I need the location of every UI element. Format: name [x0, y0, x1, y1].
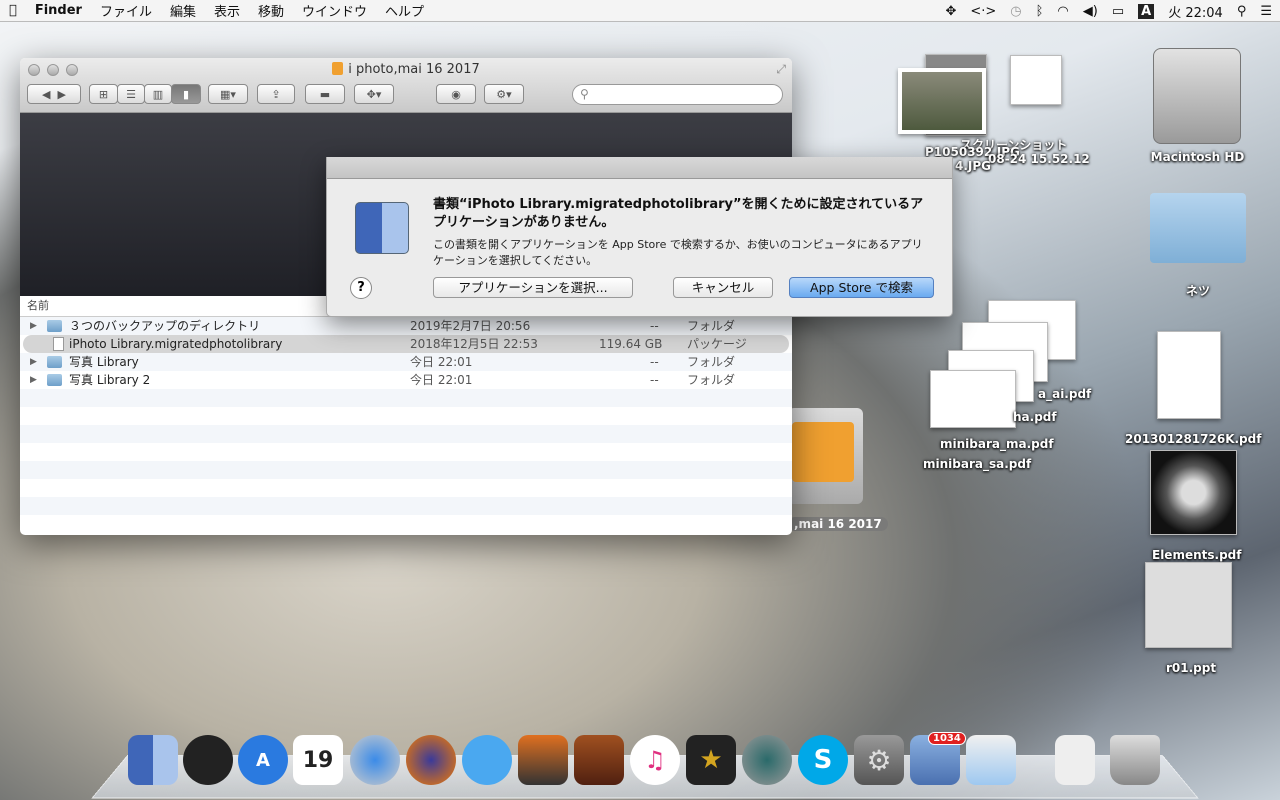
dock-finder-icon[interactable]: [128, 735, 178, 785]
input-source[interactable]: A: [1138, 3, 1155, 19]
back-forward-button[interactable]: ◀ ▶: [27, 84, 81, 104]
list-view-button[interactable]: ☰: [117, 84, 145, 104]
disclosure-triangle-icon[interactable]: ▶: [30, 371, 37, 389]
usb-drive-icon[interactable]: [788, 408, 863, 504]
notification-center-icon[interactable]: ☰: [1260, 4, 1272, 19]
search-icon: ⚲: [580, 87, 589, 101]
wifi-icon[interactable]: ◠: [1057, 4, 1068, 19]
pdf-k-icon[interactable]: [1157, 331, 1221, 419]
disclosure-triangle-icon[interactable]: ▶: [30, 317, 37, 335]
pdf-sa-label: minibara_sa.pdf: [923, 457, 1032, 471]
quick-look-button[interactable]: ◉: [436, 84, 476, 104]
column-view-button[interactable]: ▥: [144, 84, 172, 104]
no-application-dialog: 書類“iPhoto Library.migratedphotolibrary”を…: [326, 157, 953, 317]
macintosh-hd-label: Macintosh HD: [1150, 150, 1245, 164]
cancel-button[interactable]: キャンセル: [673, 277, 773, 298]
battery-icon[interactable]: ▭: [1112, 4, 1124, 19]
dock-pdf-document-icon[interactable]: [1055, 735, 1095, 785]
choose-application-button[interactable]: アプリケーションを選択...: [433, 277, 633, 298]
dock-firefox-icon[interactable]: [406, 735, 456, 785]
menu-go[interactable]: 移動: [249, 1, 293, 20]
dock-messages-icon[interactable]: [462, 735, 512, 785]
macintosh-hd-icon[interactable]: [1153, 48, 1241, 144]
menu-edit[interactable]: 編集: [161, 1, 205, 20]
share-button[interactable]: ⇪: [257, 84, 295, 104]
window-title: i photo,mai 16 2017: [348, 62, 480, 77]
folder-icon: [47, 320, 62, 332]
package-icon: [53, 337, 64, 351]
time-machine-icon[interactable]: ◷: [1010, 4, 1021, 19]
photo-thumbnail[interactable]: [898, 68, 986, 134]
finder-icon: [355, 202, 409, 254]
code-icon[interactable]: <·>: [970, 4, 996, 19]
elements-pdf-label: Elements.pdf: [1152, 548, 1242, 562]
dock-system-preferences-icon[interactable]: ⚙: [854, 735, 904, 785]
disclosure-triangle-icon[interactable]: ▶: [30, 353, 37, 371]
pdf-ma-icon[interactable]: [930, 370, 1016, 428]
usb-drive-label: ,mai 16 2017: [788, 517, 888, 531]
action-button[interactable]: ⚙▾: [484, 84, 524, 104]
dock-safari-icon[interactable]: [350, 735, 400, 785]
pdf-k-label: 201301281726K.pdf: [1125, 432, 1262, 446]
dock-itunes-icon[interactable]: ♫: [630, 735, 680, 785]
dock-iphoto-icon[interactable]: [518, 735, 568, 785]
menu-view[interactable]: 表示: [205, 1, 249, 20]
icon-view-button[interactable]: ⊞: [89, 84, 118, 104]
screenshot-thumbnail-2[interactable]: [1010, 55, 1062, 105]
dock-garageband-icon[interactable]: [574, 735, 624, 785]
bluetooth-icon[interactable]: ᛒ: [1036, 4, 1044, 19]
title-bar[interactable]: i photo,mai 16 2017 ⤢ ◀ ▶ ⊞ ☰ ▥ ▮ ▦▾ ⇪ ▬…: [20, 58, 792, 113]
menu-window[interactable]: ウインドウ: [293, 1, 376, 20]
table-row[interactable]: ▶ ３つのバックアップのディレクトリ 2019年2月7日 20:56 -- フォルダ: [20, 317, 792, 335]
dialog-message: 書類“iPhoto Library.migratedphotolibrary”を…: [433, 197, 924, 230]
apple-menu-icon[interactable]: : [0, 3, 26, 18]
pdf-ai-label: a_ai.pdf: [1038, 387, 1092, 401]
search-input[interactable]: ⚲: [572, 84, 783, 105]
photo-label-2: 4.JPG: [955, 159, 992, 173]
arrange-button[interactable]: ▦▾: [208, 84, 248, 104]
folder-label: ネツ: [1185, 284, 1210, 298]
dock-dashboard-icon[interactable]: [183, 735, 233, 785]
ppt-label: r01.ppt: [1166, 661, 1217, 675]
menu-file[interactable]: ファイル: [91, 1, 161, 20]
usb-drive-icon: [332, 62, 344, 75]
pdf-ha-label: ha.pdf: [1013, 410, 1057, 424]
dialog-info: この書類を開くアプリケーションを App Store で検索するか、お使いのコン…: [433, 238, 923, 267]
fullscreen-icon[interactable]: ⤢: [776, 62, 786, 77]
pdf-ma-label: minibara_ma.pdf: [940, 437, 1054, 451]
dock-time-machine-icon[interactable]: [742, 735, 792, 785]
mail-badge: 1034: [928, 732, 966, 745]
coverflow-view-button[interactable]: ▮: [171, 84, 201, 104]
search-app-store-button[interactable]: App Store で検索: [789, 277, 934, 298]
help-button[interactable]: ?: [350, 277, 372, 299]
volume-icon[interactable]: ◀): [1083, 4, 1098, 19]
dropbox-icon[interactable]: ✥: [945, 4, 956, 19]
spotlight-icon[interactable]: ⚲: [1237, 4, 1247, 19]
dock-app-store-icon[interactable]: A: [238, 735, 288, 785]
clock[interactable]: 火 22:04: [1168, 2, 1223, 21]
menu-bar:  Finder ファイル 編集 表示 移動 ウインドウ ヘルプ ✥ <·> ◷…: [0, 0, 1280, 22]
elements-pdf-icon[interactable]: [1150, 450, 1237, 535]
file-list: ▶ ３つのバックアップのディレクトリ 2019年2月7日 20:56 -- フォルダ i…: [20, 317, 792, 533]
dock-trash-icon[interactable]: [1110, 735, 1160, 785]
dock-calendar-icon[interactable]: 19: [293, 735, 343, 785]
dock-maps-icon[interactable]: [966, 735, 1016, 785]
menu-help[interactable]: ヘルプ: [376, 1, 433, 20]
folder-icon: [47, 356, 62, 368]
tags-button[interactable]: ▬: [305, 84, 345, 104]
table-row[interactable]: ▶ 写真 Library 2 今日 22:01 -- フォルダ: [20, 371, 792, 389]
table-row[interactable]: ▶ 写真 Library 今日 22:01 -- フォルダ: [20, 353, 792, 371]
folder-icon[interactable]: [1150, 193, 1246, 263]
dock-imovie-icon[interactable]: ★: [686, 735, 736, 785]
folder-icon: [47, 374, 62, 386]
table-row-selected[interactable]: iPhoto Library.migratedphotolibrary 2018年…: [23, 335, 789, 353]
dock-skype-icon[interactable]: S: [798, 735, 848, 785]
ppt-icon[interactable]: [1145, 562, 1232, 648]
menu-finder[interactable]: Finder: [26, 3, 91, 18]
screenshot-label-2: 08-24 15.52.12: [988, 152, 1090, 166]
dropbox-button[interactable]: ✥▾: [354, 84, 394, 104]
